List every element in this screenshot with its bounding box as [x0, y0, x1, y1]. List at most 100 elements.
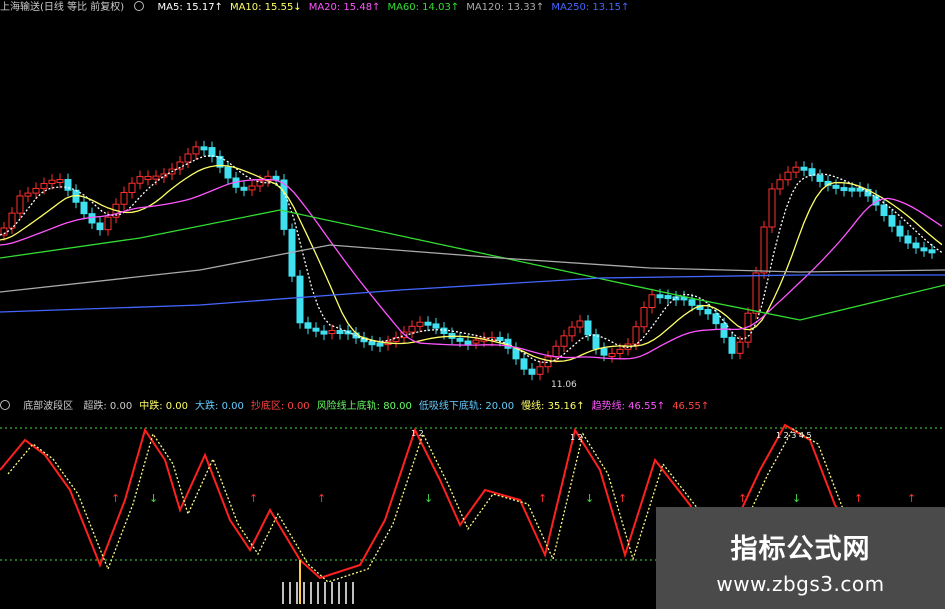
sell-arrow-icon: ↓	[585, 492, 594, 505]
low-price-label: 11.06	[551, 380, 577, 390]
candle-body	[48, 179, 56, 185]
candle-body	[224, 166, 232, 179]
ma20-line	[0, 178, 943, 360]
candle-body	[496, 336, 504, 341]
candle-body	[328, 330, 336, 335]
candle-body	[832, 184, 840, 189]
candle-body	[584, 320, 592, 336]
peak-label-3: 1 2 3 4 5	[776, 431, 812, 440]
candle-body	[896, 225, 904, 237]
candle-body	[920, 247, 928, 252]
candle-body	[432, 323, 440, 329]
candle-body	[728, 336, 736, 354]
candle-body	[784, 171, 792, 181]
candle-body	[192, 146, 200, 155]
candle-body	[912, 242, 920, 249]
candle-body	[632, 326, 640, 345]
candle-body	[416, 321, 424, 327]
candle-body	[816, 174, 824, 182]
buy-arrow-icon: ↑	[249, 492, 258, 505]
buy-arrow-icon: ↑	[618, 492, 627, 505]
ma5-line	[0, 155, 943, 364]
buy-arrow-icon: ↑	[907, 492, 916, 505]
candle-body	[848, 187, 856, 192]
candle-body	[152, 175, 160, 180]
candle-body	[640, 307, 648, 328]
candle-body	[880, 204, 888, 217]
candlestick-layer	[0, 140, 936, 381]
candle-body	[320, 330, 328, 335]
candle-body	[528, 368, 536, 375]
candle-body	[600, 348, 608, 356]
candle-body	[704, 308, 712, 315]
candle-body	[752, 272, 760, 314]
candle-body	[440, 327, 448, 334]
candle-body	[712, 313, 720, 325]
candle-body	[64, 179, 72, 191]
candle-body	[296, 275, 304, 324]
candle-body	[304, 322, 312, 329]
candle-body	[888, 215, 896, 227]
candle-body	[104, 216, 112, 231]
candle-body	[520, 358, 528, 370]
candle-body	[96, 222, 104, 231]
watermark-url: www.zbgs3.com	[716, 572, 885, 596]
candle-body	[80, 201, 88, 215]
candle-body	[88, 213, 96, 224]
candle-body	[648, 294, 656, 309]
stock-chart-window: 上海输送(日线 等比 前复权) MA5: 15.17↑ MA10: 15.55↓ M…	[0, 0, 945, 609]
candle-body	[32, 187, 40, 194]
candle-body	[56, 179, 64, 184]
candle-body	[904, 235, 912, 244]
candle-body	[16, 195, 24, 214]
candle-body	[616, 348, 624, 354]
candle-body	[120, 191, 128, 205]
candle-body	[248, 185, 256, 191]
buy-arrow-icon: ↑	[854, 492, 863, 505]
watermark-title: 指标公式网	[730, 534, 871, 565]
candle-body	[688, 299, 696, 306]
site-watermark: 指标公式网 www.zbgs3.com	[656, 507, 945, 609]
candle-body	[736, 341, 744, 354]
candle-body	[552, 345, 560, 358]
candle-body	[792, 166, 800, 173]
ma120-line	[0, 244, 945, 293]
candle-body	[336, 330, 344, 335]
candle-body	[376, 342, 384, 347]
candle-body	[576, 320, 584, 328]
candle-body	[184, 153, 192, 163]
candle-body	[368, 341, 376, 346]
candle-body	[280, 179, 288, 230]
buy-arrow-icon: ↑	[738, 492, 747, 505]
candle-body	[776, 179, 784, 190]
candle-body	[856, 187, 864, 192]
sell-arrow-icon: ↓	[149, 492, 158, 505]
candle-body	[40, 183, 48, 189]
candle-body	[424, 321, 432, 326]
candle-body	[456, 337, 464, 342]
candle-body	[720, 323, 728, 338]
buy-arrow-icon: ↑	[111, 492, 120, 505]
candle-body	[200, 146, 208, 151]
buy-arrow-icon: ↑	[538, 492, 547, 505]
candle-body	[144, 175, 152, 180]
candle-body	[768, 188, 776, 228]
candle-body	[312, 327, 320, 332]
peak-label-1: 1 2	[411, 429, 424, 438]
candle-body	[592, 334, 600, 350]
candle-body	[128, 182, 136, 193]
candle-body	[408, 325, 416, 333]
candle-body	[464, 340, 472, 345]
candle-body	[560, 335, 568, 347]
candle-body	[536, 366, 544, 375]
candle-body	[656, 294, 664, 299]
candle-body	[208, 147, 216, 157]
peak-label-2: 1 2	[570, 433, 583, 442]
candle-body	[136, 176, 144, 184]
sell-arrow-icon: ↓	[792, 492, 801, 505]
candle-body	[760, 226, 768, 274]
buy-arrow-icon: ↑	[317, 492, 326, 505]
candle-body	[608, 352, 616, 357]
candle-body	[240, 186, 248, 191]
moving-average-layer	[0, 155, 945, 364]
